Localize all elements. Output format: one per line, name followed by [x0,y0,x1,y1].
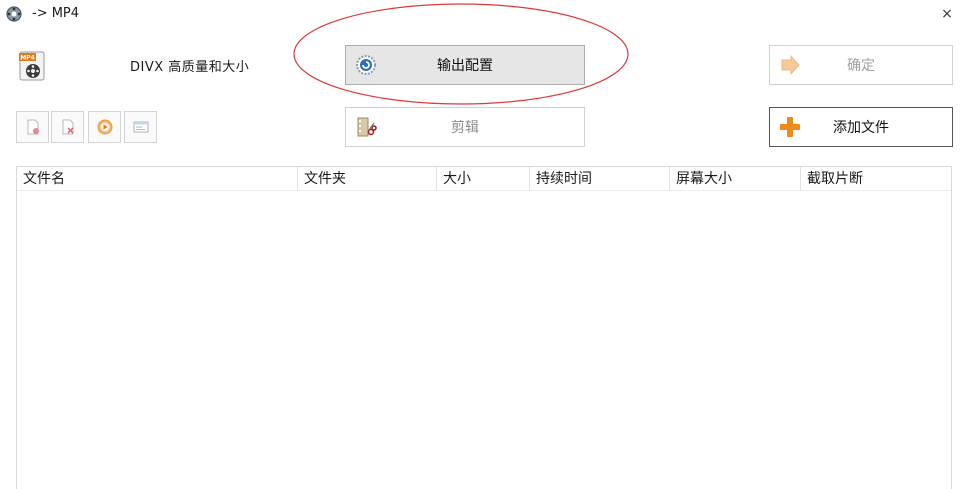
film-scissors-icon [357,117,377,137]
clear-list-button[interactable] [51,111,84,143]
clear-list-icon [62,119,73,135]
edit-button[interactable]: 剪辑 [345,107,585,147]
add-file-label: 添加文件 [833,120,889,136]
settings-gear-icon [356,55,376,75]
arrow-right-icon [781,54,800,76]
output-config-button[interactable]: 输出配置 [345,45,585,85]
svg-text:MP4: MP4 [20,55,35,62]
edit-label: 剪辑 [451,120,479,136]
play-icon [97,119,112,135]
confirm-label: 确定 [847,58,875,74]
remove-file-button[interactable] [16,111,49,143]
file-list[interactable]: 文件名 文件夹 大小 持续时间 屏幕大小 截取片断 [16,166,952,489]
mp4-file-icon: MP4 [19,51,45,81]
close-icon: × [941,6,953,22]
column-header-screen-size[interactable]: 屏幕大小 [670,167,801,191]
column-header-folder[interactable]: 文件夹 [298,167,437,191]
app-icon [6,6,22,22]
plus-icon [780,117,800,137]
title-bar: -> MP4 × [0,0,966,30]
confirm-button[interactable]: 确定 [769,45,953,85]
output-config-label: 输出配置 [437,58,493,74]
play-button[interactable] [88,111,121,143]
column-header-duration[interactable]: 持续时间 [530,167,670,191]
output-profile-label: DIVX 高质量和大小 [130,60,250,75]
close-button[interactable]: × [936,3,958,25]
window-title: -> MP4 [32,6,80,21]
column-header-filename[interactable]: 文件名 [17,167,298,191]
add-file-button[interactable]: 添加文件 [769,107,953,147]
column-header-clip[interactable]: 截取片断 [801,167,951,191]
media-info-icon [133,121,148,133]
remove-file-icon [27,119,39,135]
file-list-header: 文件名 文件夹 大小 持续时间 屏幕大小 截取片断 [17,167,951,191]
column-header-size[interactable]: 大小 [437,167,530,191]
media-info-button[interactable] [124,111,157,143]
window: -> MP4 × MP4 DIVX 高质量和大小 输出配置 剪辑 确定 添加文件… [0,0,966,489]
